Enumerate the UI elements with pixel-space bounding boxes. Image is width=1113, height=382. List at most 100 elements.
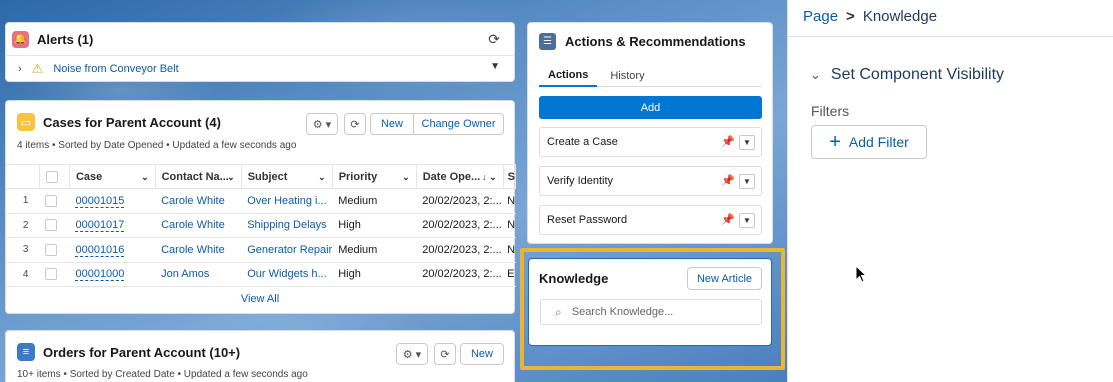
change-owner-button[interactable]: Change Owner xyxy=(413,113,504,135)
table-row[interactable]: 3 00001016 Carole White Generator Repair… xyxy=(6,237,516,263)
date-cell: 20/02/2023, 2:... xyxy=(416,237,504,263)
subject-link[interactable]: Generator Repair xyxy=(241,237,333,263)
orders-title: Orders for Parent Account (10+) xyxy=(43,344,241,360)
alert-row[interactable]: › ⚠ Noise from Conveyor Belt xyxy=(6,55,514,81)
table-row[interactable]: 2 00001017 Carole White Shipping Delays … xyxy=(6,213,516,238)
column-header-contact[interactable]: Contact Na... ⌄ xyxy=(155,164,242,189)
filters-label: Filters xyxy=(811,103,850,119)
refresh-icon[interactable]: ⟳ xyxy=(488,31,500,48)
settings-menu-button[interactable]: ⚙ ▾ xyxy=(396,343,428,365)
case-number-link[interactable]: 00001015 xyxy=(75,194,125,208)
new-article-button[interactable]: New Article xyxy=(687,267,762,290)
add-filter-button[interactable]: + Add Filter xyxy=(811,125,927,159)
status-cell: N xyxy=(503,213,516,238)
knowledge-card[interactable]: Knowledge New Article ⌕ Search Knowledge… xyxy=(528,258,772,346)
new-order-button[interactable]: New xyxy=(460,343,504,365)
chevron-down-icon[interactable]: ▼ xyxy=(739,213,755,228)
tab-history[interactable]: History xyxy=(601,65,653,87)
action-item-label: Reset Password xyxy=(547,214,628,226)
priority-cell: Medium xyxy=(332,188,417,214)
chevron-down-icon[interactable]: ▼ xyxy=(739,174,755,189)
column-header-date-opened[interactable]: Date Ope... ↓ ⌄ xyxy=(416,164,504,189)
view-all-link[interactable]: View All xyxy=(6,293,514,305)
priority-cell: High xyxy=(332,213,417,238)
actions-card: ☰ Actions & Recommendations Actions Hist… xyxy=(527,22,773,244)
knowledge-title: Knowledge xyxy=(539,271,609,286)
table-row[interactable]: 4 00001000 Jon Amos Our Widgets h... Hig… xyxy=(6,262,516,287)
case-briefcase-icon: ▭ xyxy=(17,113,35,131)
column-header-status[interactable]: S xyxy=(503,164,517,189)
chevron-right-icon[interactable]: › xyxy=(18,63,22,75)
page-canvas: 🔔 Alerts (1) ⟳ › ⚠ Noise from Conveyor B… xyxy=(0,0,787,382)
chevron-down-icon[interactable]: ⌄ xyxy=(318,172,326,183)
contact-link[interactable]: Carole White xyxy=(155,213,242,238)
case-number-link[interactable]: 00001016 xyxy=(75,243,125,257)
add-filter-label: Add Filter xyxy=(848,134,909,150)
pin-icon[interactable]: 📌 xyxy=(721,174,735,187)
visibility-section-toggle[interactable]: ⌄ Set Component Visibility xyxy=(810,66,1004,84)
chevron-down-icon[interactable]: ⌄ xyxy=(810,67,821,83)
contact-link[interactable]: Carole White xyxy=(155,188,242,214)
chevron-down-icon[interactable]: ▼ xyxy=(739,135,755,150)
status-cell: N xyxy=(503,188,516,214)
alert-item-link[interactable]: Noise from Conveyor Belt xyxy=(53,63,178,75)
chevron-down-icon[interactable]: ⌄ xyxy=(227,172,235,183)
chevron-down-icon[interactable]: ⌄ xyxy=(141,172,149,183)
subject-link[interactable]: Over Heating i... xyxy=(241,188,333,214)
panel-divider xyxy=(788,36,1113,37)
actions-tabs: Actions History xyxy=(539,65,762,87)
priority-cell: Medium xyxy=(332,237,417,263)
pin-icon[interactable]: 📌 xyxy=(721,213,735,226)
tab-actions[interactable]: Actions xyxy=(539,65,598,87)
search-placeholder: Search Knowledge... xyxy=(571,306,674,318)
orders-card: ≡ Orders for Parent Account (10+) ⚙ ▾ ⟳ … xyxy=(5,330,515,382)
select-all-checkbox[interactable] xyxy=(45,170,58,183)
bell-icon: 🔔 xyxy=(12,31,29,48)
table-row[interactable]: 1 00001015 Carole White Over Heating i..… xyxy=(6,188,516,214)
cases-header: ▭ Cases for Parent Account (4) xyxy=(17,113,221,131)
chevron-down-icon[interactable]: ⌄ xyxy=(402,172,410,183)
cases-table: Case ⌄ Contact Na... ⌄ Subject ⌄ Priority ⌄ … xyxy=(6,164,517,287)
status-cell: N xyxy=(503,237,516,263)
orders-header: ≡ Orders for Parent Account (10+) xyxy=(17,343,240,361)
column-header-subject[interactable]: Subject ⌄ xyxy=(241,164,333,189)
sort-desc-icon[interactable]: ↓ ⌄ xyxy=(482,172,497,183)
breadcrumb: Page > Knowledge xyxy=(803,8,937,25)
date-cell: 20/02/2023, 2:... xyxy=(416,262,504,287)
refresh-button[interactable]: ⟳ xyxy=(344,113,366,135)
chevron-down-icon[interactable]: ▼ xyxy=(490,61,500,72)
action-item-reset-password[interactable]: Reset Password 📌 ▼ xyxy=(539,205,762,235)
knowledge-search-input[interactable]: ⌕ Search Knowledge... xyxy=(540,299,762,325)
subject-link[interactable]: Our Widgets h... xyxy=(241,262,333,287)
action-item-create-case[interactable]: Create a Case 📌 ▼ xyxy=(539,127,762,157)
contact-link[interactable]: Jon Amos xyxy=(155,262,242,287)
row-checkbox[interactable] xyxy=(45,194,58,207)
alerts-header: 🔔 Alerts (1) xyxy=(12,31,93,48)
column-header-priority[interactable]: Priority ⌄ xyxy=(332,164,417,189)
row-checkbox[interactable] xyxy=(45,219,58,232)
breadcrumb-page-link[interactable]: Page xyxy=(803,8,838,25)
add-button[interactable]: Add xyxy=(539,96,762,119)
row-checkbox[interactable] xyxy=(45,243,58,256)
row-checkbox[interactable] xyxy=(45,268,58,281)
action-item-label: Verify Identity xyxy=(547,175,614,187)
status-cell: E xyxy=(503,262,516,287)
section-title: Set Component Visibility xyxy=(830,66,1005,83)
refresh-button[interactable]: ⟳ xyxy=(434,343,456,365)
plus-icon: + xyxy=(829,131,841,153)
mouse-cursor-icon xyxy=(855,265,867,283)
pin-icon[interactable]: 📌 xyxy=(721,135,735,148)
case-number-link[interactable]: 00001000 xyxy=(75,268,125,282)
case-number-link[interactable]: 00001017 xyxy=(75,219,125,233)
settings-menu-button[interactable]: ⚙ ▾ xyxy=(306,113,338,135)
contact-link[interactable]: Carole White xyxy=(155,237,242,263)
cases-card: ▭ Cases for Parent Account (4) ⚙ ▾ ⟳ New… xyxy=(5,100,517,314)
column-header-case[interactable]: Case ⌄ xyxy=(69,164,156,189)
warning-icon: ⚠ xyxy=(31,60,44,76)
subject-link[interactable]: Shipping Delays xyxy=(241,213,333,238)
new-case-button[interactable]: New xyxy=(370,113,414,135)
breadcrumb-current: Knowledge xyxy=(862,8,938,25)
row-number-header xyxy=(6,164,40,189)
date-cell: 20/02/2023, 2:... xyxy=(416,213,504,238)
action-item-verify-identity[interactable]: Verify Identity 📌 ▼ xyxy=(539,166,762,196)
